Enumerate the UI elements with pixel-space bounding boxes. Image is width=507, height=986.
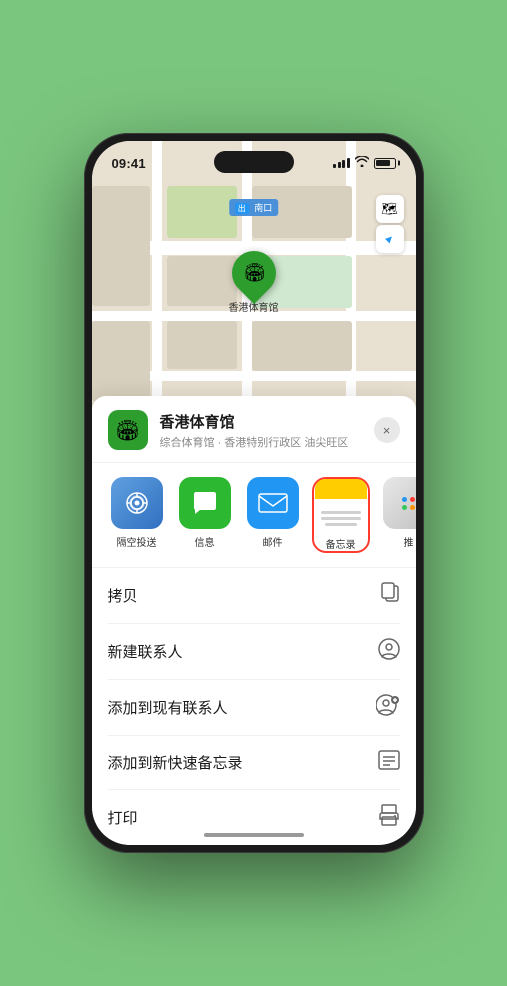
more-label: 推 [404, 534, 414, 549]
copy-label: 拷贝 [108, 585, 138, 606]
messages-icon [179, 477, 231, 529]
action-list: 拷贝 新建联系人 [92, 568, 416, 845]
location-pin: 🏟 香港体育馆 [229, 251, 279, 314]
share-apps-row: 隔空投送 信息 [92, 463, 416, 568]
mail-label: 邮件 [263, 534, 283, 549]
place-info: 香港体育馆 综合体育馆 · 香港特别行政区 油尖旺区 [160, 411, 374, 450]
map-type-icon: 🗺 [381, 201, 398, 217]
share-app-messages[interactable]: 信息 [176, 477, 234, 553]
share-app-airdrop[interactable]: 隔空投送 [108, 477, 166, 553]
map-controls[interactable]: 🗺 ▲ [376, 195, 404, 253]
share-app-more[interactable]: 推 [380, 477, 416, 553]
phone-screen: 09:41 [92, 141, 416, 845]
notes-label: 备忘录 [326, 536, 356, 551]
location-button[interactable]: ▲ [376, 225, 404, 253]
action-new-contact[interactable]: 新建联系人 [108, 624, 400, 680]
map-type-button[interactable]: 🗺 [376, 195, 404, 223]
action-quick-note[interactable]: 添加到新快速备忘录 [108, 736, 400, 790]
new-contact-icon [378, 638, 400, 665]
home-indicator [204, 833, 304, 837]
copy-icon [380, 582, 400, 609]
place-name: 香港体育馆 [160, 411, 374, 432]
airdrop-label: 隔空投送 [117, 534, 157, 549]
place-header: 🏟 香港体育馆 综合体育馆 · 香港特别行政区 油尖旺区 × [92, 396, 416, 463]
status-icons [333, 156, 396, 170]
new-contact-label: 新建联系人 [108, 641, 183, 662]
location-icon: ▲ [381, 231, 397, 247]
quick-note-label: 添加到新快速备忘录 [108, 752, 243, 773]
close-button[interactable]: × [374, 417, 400, 443]
messages-label: 信息 [195, 534, 215, 549]
battery-icon [374, 158, 396, 169]
status-time: 09:41 [112, 156, 146, 171]
bottom-sheet: 🏟 香港体育馆 综合体育馆 · 香港特别行政区 油尖旺区 × [92, 396, 416, 845]
quick-note-icon [378, 750, 400, 775]
mail-icon [247, 477, 299, 529]
place-description: 综合体育馆 · 香港特别行政区 油尖旺区 [160, 434, 374, 450]
print-icon [378, 804, 400, 831]
signal-icon [333, 158, 350, 168]
notes-icon [315, 479, 367, 531]
share-app-notes[interactable]: 备忘录 [312, 477, 370, 553]
wifi-icon [355, 156, 369, 170]
action-copy[interactable]: 拷贝 [108, 568, 400, 624]
pin-icon: 🏟 [242, 263, 265, 284]
print-label: 打印 [108, 807, 138, 828]
dynamic-island [214, 151, 294, 173]
action-add-contact[interactable]: 添加到现有联系人 [108, 680, 400, 736]
add-contact-icon [376, 694, 400, 721]
airdrop-icon [111, 477, 163, 529]
add-contact-label: 添加到现有联系人 [108, 697, 228, 718]
place-icon: 🏟 [108, 410, 148, 450]
more-icon [383, 477, 416, 529]
share-app-mail[interactable]: 邮件 [244, 477, 302, 553]
map-entrance-label: 出 南口 [229, 199, 279, 216]
phone-frame: 09:41 [84, 133, 424, 853]
